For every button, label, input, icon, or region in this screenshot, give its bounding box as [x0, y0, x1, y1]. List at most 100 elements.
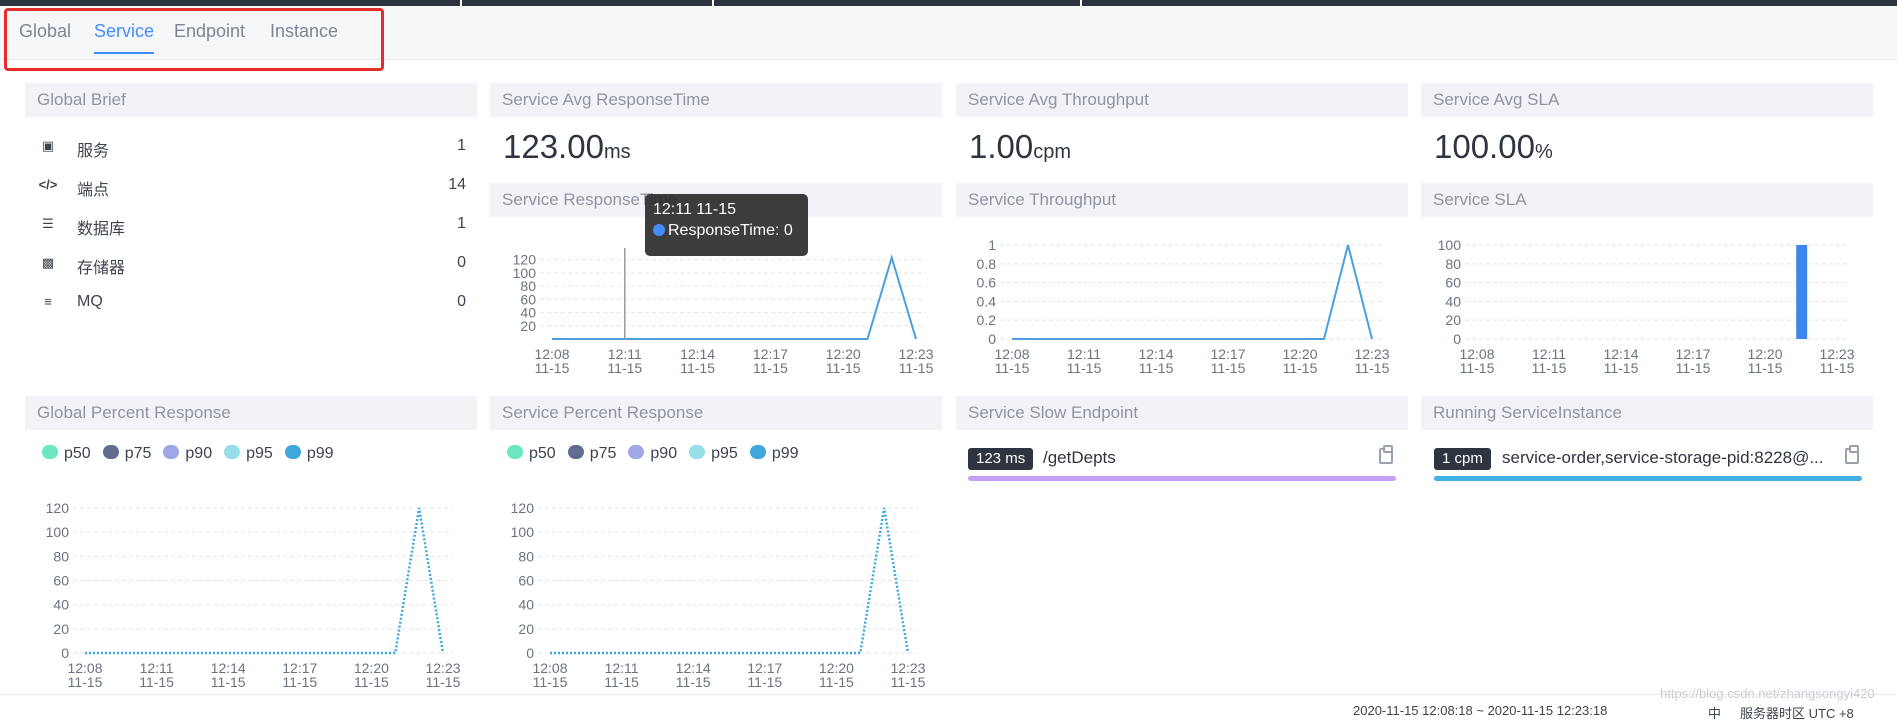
y-tick-label: 60 [53, 573, 69, 589]
y-tick-label: 40 [518, 597, 534, 613]
x-tick-label: 11-15 [604, 674, 639, 690]
legend-dot [749, 445, 766, 459]
y-tick-label: 100 [46, 524, 70, 540]
y-tick-label: 120 [513, 252, 537, 268]
copy-icon[interactable] [1845, 445, 1859, 464]
legend-item-p95[interactable]: p95 [689, 445, 738, 463]
x-tick-label: 11-15 [1211, 360, 1246, 376]
legend-dot [42, 445, 58, 459]
instance-name[interactable]: service-order,service-storage-pid:8228@.… [1502, 448, 1824, 468]
brief-row-database: ☰ 数据库 1 [38, 213, 466, 239]
y-tick-label: 120 [46, 500, 70, 516]
brief-row-storage: ▩ 存储器 0 [38, 252, 466, 278]
legend-item-p90[interactable]: p90 [163, 445, 212, 463]
legend-label: p75 [589, 445, 617, 462]
y-tick-label: 0 [61, 645, 69, 661]
brief-label: MQ [77, 293, 103, 310]
x-tick-label: 11-15 [1460, 360, 1495, 376]
y-tick-label: 40 [1445, 293, 1461, 309]
series-line [552, 254, 917, 340]
x-tick-label: 11-15 [1283, 360, 1318, 376]
panel-title-avg-response: Service Avg ResponseTime [490, 83, 942, 117]
legend-global-percent: p50 p75 p90 p95 p99 [42, 445, 346, 463]
y-tick-label: 0 [1453, 331, 1461, 347]
slow-endpoint-bar [968, 476, 1396, 481]
brief-label: 服务 [77, 143, 110, 160]
value-number: 100.00 [1434, 128, 1535, 165]
avg-sla-value: 100.00% [1434, 128, 1553, 166]
legend-item-p75[interactable]: p75 [102, 445, 151, 463]
legend-dot [507, 445, 523, 459]
brief-label: 端点 [77, 182, 110, 199]
x-tick-label: 11-15 [1748, 360, 1783, 376]
brief-label: 数据库 [77, 221, 126, 238]
avg-throughput-value: 1.00cpm [969, 128, 1071, 166]
x-tick-label: 11-15 [607, 360, 642, 376]
x-tick-label: 11-15 [1820, 360, 1855, 376]
value-number: 123.00 [503, 128, 604, 165]
y-tick-label: 20 [1445, 312, 1461, 328]
footer-lang[interactable]: 中 [1708, 703, 1721, 722]
copy-icon[interactable] [1379, 445, 1393, 464]
x-tick-label: 11-15 [68, 674, 103, 690]
brief-count: 1 [457, 137, 466, 154]
brief-label: 存储器 [77, 260, 126, 277]
x-tick-label: 11-15 [676, 674, 711, 690]
slow-endpoint-name[interactable]: /getDepts [1043, 448, 1116, 468]
legend-label: p90 [185, 445, 213, 462]
legend-item-p90[interactable]: p90 [628, 445, 677, 463]
y-tick-label: 80 [53, 548, 69, 564]
brief-count: 0 [457, 254, 466, 271]
x-tick-label: 11-15 [1139, 360, 1174, 376]
x-tick-label: 11-15 [899, 360, 934, 376]
legend-dot [628, 445, 645, 459]
bar-mark [1796, 245, 1808, 339]
x-tick-label: 11-15 [282, 674, 317, 690]
value-unit: ms [603, 141, 631, 163]
y-tick-label: 0.6 [977, 275, 997, 291]
y-tick-label: 1 [988, 237, 996, 253]
brief-count: 1 [457, 215, 466, 232]
legend-dot [224, 445, 241, 459]
legend-dot [689, 445, 706, 459]
footer-divider [0, 694, 1897, 695]
legend-dot [102, 445, 119, 459]
legend-label: p90 [650, 445, 678, 462]
x-tick-label: 11-15 [680, 360, 715, 376]
legend-item-p75[interactable]: p75 [567, 445, 617, 463]
legend-label: p95 [711, 445, 738, 462]
tooltip-series: ResponseTime: 0 [653, 222, 800, 240]
x-tick-label: 11-15 [1676, 360, 1711, 376]
legend-label: p99 [771, 445, 799, 462]
x-tick-label: 11-15 [533, 674, 568, 690]
y-tick-label: 120 [511, 500, 535, 516]
y-tick-label: 60 [518, 573, 534, 589]
legend-item-p50[interactable]: p50 [42, 445, 91, 463]
y-tick-label: 40 [53, 597, 69, 613]
legend-label: p50 [64, 445, 91, 462]
legend-item-p99[interactable]: p99 [749, 445, 799, 463]
legend-item-p99[interactable]: p99 [284, 445, 334, 463]
value-number: 1.00 [969, 128, 1034, 165]
panel-title-avg-sla: Service Avg SLA [1421, 83, 1873, 117]
x-tick-label: 11-15 [747, 674, 782, 690]
x-tick-label: 11-15 [426, 674, 461, 690]
tooltip-title: 12:11 11-15 [653, 201, 737, 218]
slow-endpoint-badge: 123 ms [968, 448, 1034, 470]
highlight-box [4, 8, 384, 71]
y-tick-label: 20 [518, 621, 534, 637]
panel-title-sla: Service SLA [1421, 183, 1873, 217]
x-tick-label: 11-15 [139, 674, 174, 690]
legend-item-p95[interactable]: p95 [224, 445, 273, 463]
x-tick-label: 11-15 [211, 674, 246, 690]
y-tick-label: 0.8 [977, 256, 997, 272]
x-tick-label: 11-15 [891, 674, 926, 690]
brief-count: 14 [448, 176, 466, 193]
legend-item-p50[interactable]: p50 [507, 445, 556, 463]
watermark: https://blog.csdn.net/zhangsongyi420 [1660, 686, 1875, 701]
brief-count: 0 [457, 293, 466, 310]
brief-row-mq: ≡ MQ 0 [38, 291, 466, 317]
instance-bar [1434, 476, 1862, 481]
x-tick-label: 11-15 [535, 360, 570, 376]
y-tick-label: 20 [53, 621, 69, 637]
